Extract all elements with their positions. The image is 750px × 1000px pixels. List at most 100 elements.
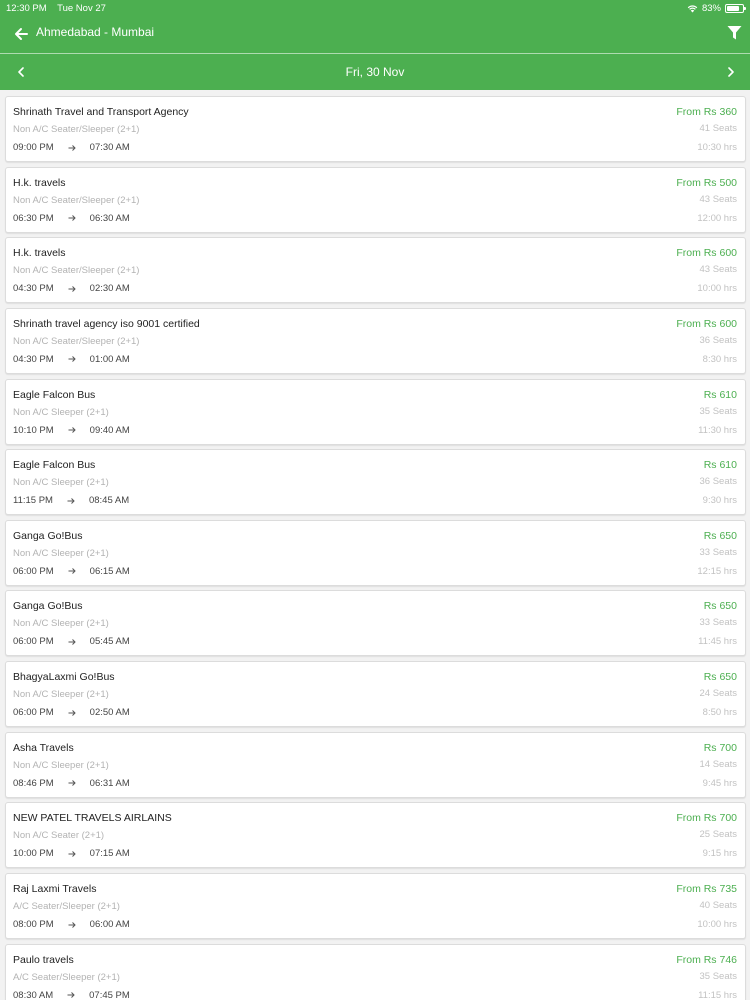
bus-card[interactable]: Shrinath Travel and Transport Agency Non… [5,96,746,162]
seats-available: 41 Seats [699,123,738,134]
bus-type: Non A/C Sleeper (2+1) [13,759,109,771]
operator-name: Asha Travels [13,741,74,754]
operator-name: Eagle Falcon Bus [13,459,96,472]
selected-date: Fri, 30 Nov [345,65,405,79]
bus-card[interactable]: Paulo travels A/C Seater/Sleeper (2+1) 0… [5,943,746,1000]
journey-times: 06:00 PM 05:45 AM [13,636,130,647]
arrival-time: 08:45 AM [88,495,130,507]
journey-duration: 11:30 hrs [698,424,737,436]
arrival-time: 06:30 AM [89,212,130,224]
fare-price: Rs 610 [703,459,737,472]
fare-price: From Rs 700 [676,812,737,825]
departure-time: 11:15 PM [13,495,53,507]
operator-name: H.k. travels [13,247,66,260]
departure-time: 06:00 PM [13,565,54,577]
arrow-right-icon [68,568,76,575]
seats-available: 33 Seats [699,617,738,629]
bus-card[interactable]: Eagle Falcon Bus Non A/C Sleeper (2+1) 1… [5,378,746,445]
journey-times: 08:46 PM 06:31 AM [13,778,130,789]
bus-type: Non A/C Sleeper (2+1) [13,618,109,630]
journey-times: 06:30 PM 06:30 AM [13,213,130,224]
fare-price: From Rs 500 [676,176,737,189]
departure-time: 04:30 PM [13,283,54,295]
status-date: Tue Nov 27 [57,3,106,14]
route-title: Ahmedabad - Mumbai [36,25,155,39]
arrival-time: 07:15 AM [89,848,130,860]
bus-list: Shrinath Travel and Transport Agency Non… [5,96,746,1000]
operator-name: Ganga Go!Bus [13,600,83,613]
seats-available: 43 Seats [699,193,738,205]
arrow-right-icon [68,144,76,151]
filter-button[interactable] [724,22,744,44]
battery-percent: 83% [701,3,721,14]
bus-card[interactable]: Shrinath travel agency iso 9001 certifie… [5,307,746,374]
departure-time: 06:30 PM [13,212,54,224]
bus-card[interactable]: H.k. travels Non A/C Seater/Sleeper (2+1… [5,166,746,233]
journey-duration: 9:45 hrs [702,777,737,789]
bus-card[interactable]: BhagyaLaxmi Go!Bus Non A/C Sleeper (2+1)… [5,661,746,728]
next-day-button[interactable] [722,63,740,81]
departure-time: 06:00 PM [13,636,54,648]
fare-price: Rs 650 [703,529,737,542]
arrival-time: 09:40 AM [89,424,130,436]
seats-available: 36 Seats [699,334,738,346]
wifi-icon [687,5,698,13]
operator-name: Shrinath travel agency iso 9001 certifie… [13,317,200,330]
bus-type: A/C Seater/Sleeper (2+1) [13,901,120,913]
fare-price: Rs 650 [703,671,737,684]
fare-price: Rs 610 [703,388,737,401]
bus-card[interactable]: NEW PATEL TRAVELS AIRLAINS Non A/C Seate… [5,802,746,869]
arrow-right-icon [68,921,76,928]
back-button[interactable] [10,23,32,45]
seats-available: 40 Seats [699,900,738,912]
arrival-time: 06:31 AM [89,777,130,789]
seats-available: 14 Seats [699,758,738,770]
departure-time: 10:00 PM [13,848,54,860]
bus-card[interactable]: H.k. travels Non A/C Seater/Sleeper (2+1… [5,237,746,304]
bus-card[interactable]: Eagle Falcon Bus Non A/C Sleeper (2+1) 1… [5,449,746,516]
journey-times: 11:15 PM 08:45 AM [13,495,129,506]
journey-duration: 8:50 hrs [702,707,737,719]
arrow-right-icon [68,780,76,787]
arrival-time: 07:30 AM [89,142,130,153]
arrival-time: 06:00 AM [89,919,130,931]
bus-type: Non A/C Sleeper (2+1) [13,477,109,489]
bus-type: Non A/C Sleeper (2+1) [13,406,109,418]
status-time: 12:30 PM [6,3,47,14]
status-left: 12:30 PM Tue Nov 27 [6,3,114,14]
journey-times: 09:00 PM 07:30 AM [13,142,130,153]
filter-funnel-icon [727,26,741,40]
operator-name: Ganga Go!Bus [13,529,83,542]
arrow-right-icon [68,356,76,363]
bus-type: Non A/C Sleeper (2+1) [13,689,109,701]
journey-duration: 10:00 hrs [697,919,737,931]
departure-time: 10:10 PM [13,424,54,436]
bus-type: Non A/C Seater/Sleeper (2+1) [13,265,140,277]
bus-type: Non A/C Sleeper (2+1) [13,547,109,559]
journey-duration: 8:30 hrs [702,353,737,365]
seats-available: 35 Seats [699,405,738,417]
operator-name: NEW PATEL TRAVELS AIRLAINS [13,812,172,825]
journey-times: 06:00 PM 06:15 AM [13,566,130,577]
fare-price: Rs 700 [703,741,737,754]
fare-price: From Rs 735 [676,883,737,896]
bus-card[interactable]: Ganga Go!Bus Non A/C Sleeper (2+1) 06:00… [5,519,746,586]
arrow-right-icon [68,639,76,645]
departure-time: 09:00 PM [13,142,54,153]
arrow-right-icon [68,851,76,857]
seats-available: 33 Seats [699,546,738,558]
bus-card[interactable]: Asha Travels Non A/C Sleeper (2+1) 08:46… [5,731,746,798]
journey-times: 10:10 PM 09:40 AM [13,425,130,436]
arrow-right-icon [67,992,75,999]
departure-time: 08:00 PM [13,919,54,931]
operator-name: H.k. travels [13,176,66,189]
fare-price: From Rs 600 [676,317,737,330]
journey-times: 08:00 PM 06:00 AM [13,919,130,930]
seats-available: 43 Seats [699,264,738,276]
operator-name: BhagyaLaxmi Go!Bus [13,671,115,684]
journey-times: 06:00 PM 02:50 AM [13,707,130,718]
bus-card[interactable]: Ganga Go!Bus Non A/C Sleeper (2+1) 06:00… [5,590,746,657]
bus-card[interactable]: Raj Laxmi Travels A/C Seater/Sleeper (2+… [5,873,746,940]
fare-price: From Rs 360 [676,106,737,118]
arrow-right-icon [67,497,75,504]
